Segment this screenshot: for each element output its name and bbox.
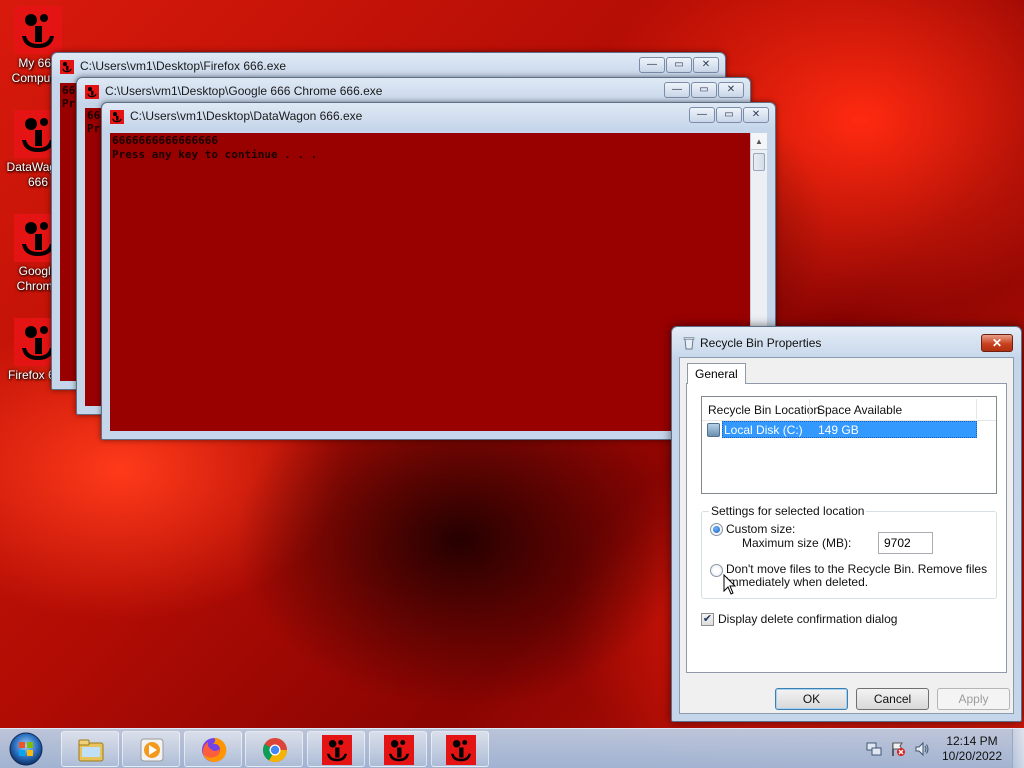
network-icon[interactable]	[866, 741, 882, 757]
close-button[interactable]: ✕	[718, 82, 744, 98]
recycle-bin-icon	[683, 337, 695, 350]
devil-face-icon	[446, 735, 476, 765]
dialog-title: Recycle Bin Properties	[700, 336, 822, 350]
window-title: C:\Users\vm1\Desktop\DataWagon 666.exe	[130, 109, 363, 123]
dont-move-label-line1[interactable]: Don't move files to the Recycle Bin. Rem…	[726, 562, 987, 576]
console-line: Press any key to continue . . .	[112, 148, 318, 161]
window-titlebar[interactable]: C:\Users\vm1\Desktop\Firefox 666.exe — ▭…	[52, 53, 725, 79]
close-button[interactable]: ✕	[743, 107, 769, 123]
scroll-up-icon[interactable]: ▲	[751, 133, 767, 150]
chrome-icon	[262, 738, 287, 763]
maximize-button[interactable]: ▭	[716, 107, 742, 123]
group-title: Settings for selected location	[709, 504, 867, 518]
firefox-icon	[202, 737, 227, 762]
display-confirm-label[interactable]: Display delete confirmation dialog	[718, 612, 897, 626]
custom-size-radio[interactable]	[710, 523, 723, 536]
dialog-titlebar[interactable]: Recycle Bin Properties ✕	[672, 327, 1021, 357]
taskbar-666-app[interactable]	[307, 731, 365, 767]
max-size-input[interactable]: 9702	[878, 532, 933, 554]
devil-face-icon	[14, 6, 62, 54]
media-player-icon	[140, 738, 164, 762]
minimize-button[interactable]: —	[639, 57, 665, 73]
minimize-button[interactable]: —	[664, 82, 690, 98]
mouse-pointer-icon	[723, 574, 737, 595]
scroll-thumb[interactable]	[753, 153, 765, 171]
recycle-bin-location-list[interactable]: Recycle Bin Location Space Available Loc…	[701, 396, 997, 494]
window-title: C:\Users\vm1\Desktop\Google 666 Chrome 6…	[105, 84, 383, 98]
taskbar-666-app[interactable]	[431, 731, 489, 767]
max-size-label: Maximum size (MB):	[742, 536, 852, 550]
clock-time: 12:14 PM	[946, 734, 998, 748]
settings-group: Settings for selected location Custom si…	[701, 504, 997, 599]
column-header-location[interactable]: Recycle Bin Location	[708, 403, 820, 417]
taskbar-firefox[interactable]	[184, 731, 242, 767]
console-line: 6666666666666666	[112, 134, 218, 147]
column-header-space[interactable]: Space Available	[817, 403, 902, 417]
list-item-local-disk[interactable]: Local Disk (C:) 149 GB	[722, 421, 977, 438]
minimize-button[interactable]: —	[689, 107, 715, 123]
dont-move-files-radio[interactable]	[710, 564, 723, 577]
window-titlebar[interactable]: C:\Users\vm1\Desktop\Google 666 Chrome 6…	[77, 78, 750, 104]
folder-icon	[78, 739, 104, 762]
maximize-button[interactable]: ▭	[666, 57, 692, 73]
notification-area: 12:14 PM 10/20/2022	[850, 729, 1024, 768]
taskbar-666-app[interactable]	[369, 731, 427, 767]
window-title: C:\Users\vm1\Desktop\Firefox 666.exe	[80, 59, 287, 73]
taskbar-chrome[interactable]	[245, 731, 303, 767]
dont-move-label-line2[interactable]: immediately when deleted.	[726, 575, 868, 589]
display-confirm-checkbox[interactable]: ✔	[701, 613, 714, 626]
cancel-button[interactable]: Cancel	[856, 688, 929, 710]
devil-face-icon	[60, 60, 74, 74]
devil-face-icon	[322, 735, 352, 765]
apply-button[interactable]: Apply	[937, 688, 1010, 710]
custom-size-label[interactable]: Custom size:	[726, 522, 795, 536]
ok-button[interactable]: OK	[775, 688, 848, 710]
location-cell: Local Disk (C:)	[724, 423, 803, 437]
taskbar-explorer[interactable]	[61, 731, 119, 767]
close-button[interactable]: ✕	[693, 57, 719, 73]
recycle-bin-properties-dialog[interactable]: Recycle Bin Properties ✕ General Recycle…	[671, 326, 1022, 722]
start-button[interactable]	[5, 731, 47, 767]
maximize-button[interactable]: ▭	[691, 82, 717, 98]
devil-face-icon	[110, 110, 124, 124]
devil-face-icon	[85, 85, 99, 99]
taskbar: 12:14 PM 10/20/2022	[0, 728, 1024, 768]
window-titlebar[interactable]: C:\Users\vm1\Desktop\DataWagon 666.exe —…	[102, 103, 775, 129]
list-header: Recycle Bin Location Space Available	[702, 397, 996, 421]
drive-icon	[707, 423, 720, 437]
clock-date: 10/20/2022	[941, 749, 1003, 763]
system-clock[interactable]: 12:14 PM 10/20/2022	[936, 734, 1008, 764]
action-center-flag-icon[interactable]	[890, 741, 906, 757]
show-desktop-button[interactable]	[1012, 729, 1024, 768]
space-cell: 149 GB	[818, 423, 859, 437]
tab-general[interactable]: General	[687, 363, 746, 384]
volume-icon[interactable]	[914, 741, 930, 757]
general-tab-panel: Recycle Bin Location Space Available Loc…	[686, 383, 1007, 673]
devil-face-icon	[384, 735, 414, 765]
close-button[interactable]: ✕	[981, 334, 1013, 352]
taskbar-media-player[interactable]	[122, 731, 180, 767]
